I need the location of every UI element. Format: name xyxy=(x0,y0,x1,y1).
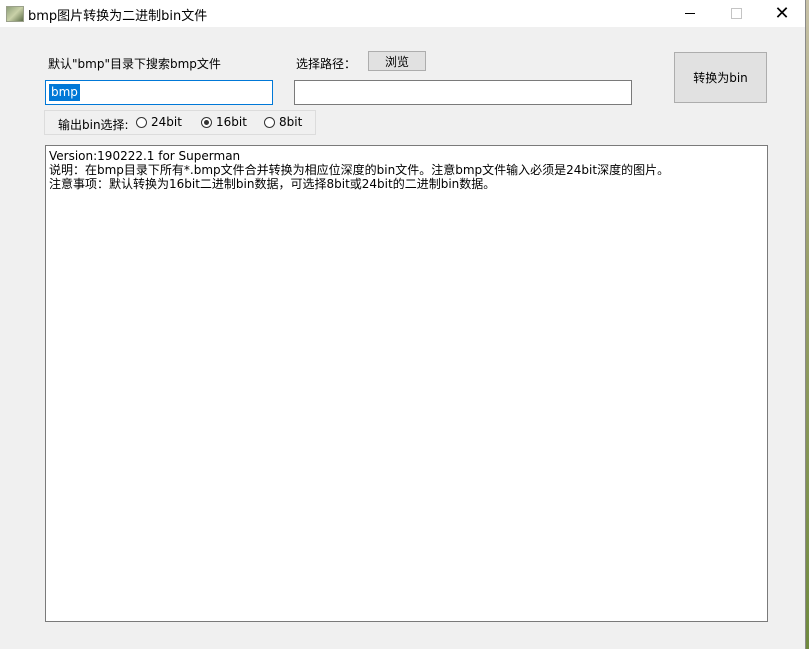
output-log[interactable]: Version:190222.1 for Superman 说明：在bmp目录下… xyxy=(45,145,768,622)
radio-16bit-label: 16bit xyxy=(216,115,247,129)
app-icon xyxy=(6,6,24,22)
convert-to-bin-button[interactable]: 转换为bin xyxy=(674,52,767,103)
bit-group-label: 输出bin选择: xyxy=(58,118,129,132)
radio-8bit[interactable]: 8bit xyxy=(264,115,302,129)
path-label: 选择路径： xyxy=(296,57,357,71)
minimize-button[interactable] xyxy=(667,0,713,27)
radio-8bit-label: 8bit xyxy=(279,115,303,129)
dir-input[interactable]: bmp xyxy=(45,80,273,105)
app-window: bmp图片转换为二进制bin文件 ✕ 默认"bmp"目录下搜索bmp文件 选择路… xyxy=(0,0,806,649)
radio-8bit-circle[interactable] xyxy=(264,116,275,128)
radio-24bit-label: 24bit xyxy=(151,115,182,129)
path-input[interactable] xyxy=(294,80,632,105)
default-dir-label: 默认"bmp"目录下搜索bmp文件 xyxy=(48,57,221,71)
radio-16bit-circle[interactable] xyxy=(201,116,212,128)
close-button[interactable]: ✕ xyxy=(759,0,805,27)
radio-24bit[interactable]: 24bit xyxy=(136,115,182,129)
radio-24bit-circle[interactable] xyxy=(136,116,147,128)
log-line: 注意事项：默认转换为16bit二进制bin数据，可选择8bit或24bit的二进… xyxy=(49,177,496,191)
window-title: bmp图片转换为二进制bin文件 xyxy=(28,9,208,24)
radio-16bit[interactable]: 16bit xyxy=(201,115,247,129)
bit-depth-group: 输出bin选择: 24bit 16bit 8bit xyxy=(44,110,316,135)
maximize-button[interactable] xyxy=(713,0,759,27)
log-line: 说明：在bmp目录下所有*.bmp文件合并转换为相应位深度的bin文件。注意bm… xyxy=(49,163,670,177)
log-line: Version:190222.1 for Superman xyxy=(49,149,241,163)
title-bar: bmp图片转换为二进制bin文件 ✕ xyxy=(0,0,805,27)
browse-button[interactable]: 浏览 xyxy=(368,51,426,71)
dir-input-value: bmp xyxy=(49,84,80,101)
